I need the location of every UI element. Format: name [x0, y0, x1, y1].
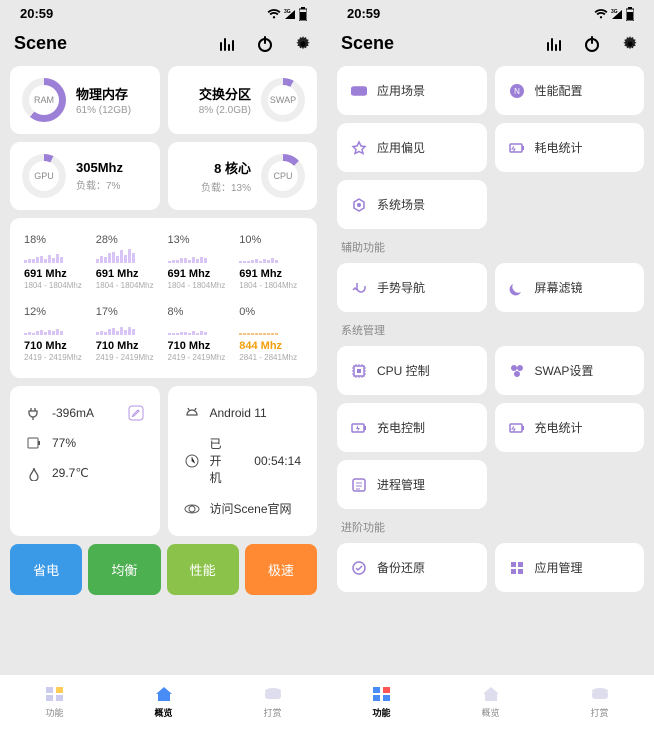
ram-card[interactable]: RAM 物理内存 61% (12GB) — [10, 66, 160, 134]
apps-icon — [509, 560, 525, 576]
feature-系统场景[interactable]: 系统场景 — [337, 180, 487, 229]
feature-SWAP设置[interactable]: SWAP设置 — [495, 346, 645, 395]
status-bar: 20:59 3G — [0, 0, 327, 25]
chart-icon[interactable] — [544, 34, 564, 54]
charge-icon — [351, 420, 367, 436]
battery-icon — [626, 7, 634, 21]
mode-balance[interactable]: 均衡 — [88, 544, 160, 595]
nav-overview[interactable]: 概览 — [153, 685, 175, 719]
feature-屏幕滤镜[interactable]: 屏幕滤镜 — [495, 263, 645, 312]
feature-应用管理[interactable]: 应用管理 — [495, 543, 645, 592]
header: Scene — [0, 25, 327, 66]
cpu-core-6: 8% 710 Mhz 2419 - 2419Mhz — [166, 302, 234, 366]
signal-icon: 3G — [611, 8, 623, 20]
feature-CPU 控制[interactable]: CPU 控制 — [337, 346, 487, 395]
status-icons: 3G — [594, 7, 634, 21]
feature-耗电统计[interactable]: 耗电统计 — [495, 123, 645, 172]
cpu-icon — [351, 363, 367, 379]
svg-text:N: N — [514, 87, 520, 96]
svg-text:3G: 3G — [284, 9, 291, 15]
status-icons: 3G — [267, 7, 307, 21]
power-icon — [509, 420, 525, 436]
status-time: 20:59 — [347, 6, 380, 21]
cpu-core-3: 10% 691 Mhz 1804 - 1804Mhz — [237, 230, 305, 294]
plug-icon — [26, 405, 42, 421]
perf-icon: N — [509, 83, 525, 99]
battery-icon — [299, 7, 307, 21]
screen-icon — [509, 280, 525, 296]
cpu-core-7: 0% 844 Mhz 2841 - 2841Mhz — [237, 302, 305, 366]
svg-text:3G: 3G — [611, 9, 618, 15]
gesture-icon — [351, 280, 367, 296]
system-card[interactable]: Android 11 已开机 00:54:14 访问Scene官网 — [168, 386, 318, 536]
cpu-core-5: 17% 710 Mhz 2419 - 2419Mhz — [94, 302, 162, 366]
feature-备份还原[interactable]: 备份还原 — [337, 543, 487, 592]
mode-powersave[interactable]: 省电 — [10, 544, 82, 595]
nav-features[interactable]: 功能 — [371, 685, 393, 719]
gpu-card[interactable]: GPU 305Mhz 负载：7% — [10, 142, 160, 210]
wifi-icon — [267, 8, 281, 20]
feature-性能配置[interactable]: N性能配置 — [495, 66, 645, 115]
power-icon — [509, 140, 525, 156]
backup-icon — [351, 560, 367, 576]
bottom-nav: 功能 概览 打赏 — [0, 675, 327, 733]
nav-features[interactable]: 功能 — [44, 685, 66, 719]
pref-icon — [351, 140, 367, 156]
mode-row: 省电 均衡 性能 极速 — [10, 544, 317, 595]
cpu-card[interactable]: 8 核心 负载：13% CPU — [168, 142, 318, 210]
signal-icon: 3G — [284, 8, 296, 20]
feature-手势导航[interactable]: 手势导航 — [337, 263, 487, 312]
chart-icon[interactable] — [217, 34, 237, 54]
section-aux: 辅助功能 — [341, 239, 644, 255]
cpu-core-4: 12% 710 Mhz 2419 - 2419Mhz — [22, 302, 90, 366]
screen-left: 20:59 3G Scene RAM 物理内存 61% (12GB) — [0, 0, 327, 733]
app-title: Scene — [341, 33, 394, 54]
battery-level-icon — [26, 435, 42, 451]
section-sysmgr: 系统管理 — [341, 322, 644, 338]
power-icon[interactable] — [255, 34, 275, 54]
clock-icon — [184, 453, 200, 469]
mode-performance[interactable]: 性能 — [167, 544, 239, 595]
scene-icon — [351, 197, 367, 213]
cores-card[interactable]: 18% 691 Mhz 1804 - 1804Mhz 28% 691 Mhz 1… — [10, 218, 317, 378]
screen-right: 20:59 3G Scene 应用场景N性能配置应用偏见耗电统计系统场景 辅助功… — [327, 0, 654, 733]
android-icon — [184, 405, 200, 421]
temp-icon — [26, 465, 42, 481]
nav-overview[interactable]: 概览 — [480, 685, 502, 719]
status-bar: 20:59 3G — [327, 0, 654, 25]
gear-icon[interactable] — [293, 34, 313, 54]
cpu-core-0: 18% 691 Mhz 1804 - 1804Mhz — [22, 230, 90, 294]
mode-extreme[interactable]: 极速 — [245, 544, 317, 595]
nav-bonus[interactable]: 打赏 — [589, 685, 611, 719]
battery-card[interactable]: -396mA 77% 29.7℃ — [10, 386, 160, 536]
app-title: Scene — [14, 33, 67, 54]
nav-bonus[interactable]: 打赏 — [262, 685, 284, 719]
cpu-core-2: 13% 691 Mhz 1804 - 1804Mhz — [166, 230, 234, 294]
feature-充电控制[interactable]: 充电控制 — [337, 403, 487, 452]
game-icon — [351, 83, 367, 99]
wifi-icon — [594, 8, 608, 20]
globe-icon — [184, 501, 200, 517]
power-icon[interactable] — [582, 34, 602, 54]
proc-icon — [351, 477, 367, 493]
edit-icon[interactable] — [128, 405, 144, 421]
cpu-core-1: 28% 691 Mhz 1804 - 1804Mhz — [94, 230, 162, 294]
feature-应用偏见[interactable]: 应用偏见 — [337, 123, 487, 172]
feature-应用场景[interactable]: 应用场景 — [337, 66, 487, 115]
bottom-nav: 功能 概览 打赏 — [327, 675, 654, 733]
swap-card[interactable]: 交换分区 8% (2.0GB) SWAP — [168, 66, 318, 134]
feature-进程管理[interactable]: 进程管理 — [337, 460, 487, 509]
feature-充电统计[interactable]: 充电统计 — [495, 403, 645, 452]
swap-icon — [509, 363, 525, 379]
header: Scene — [327, 25, 654, 66]
gear-icon[interactable] — [620, 34, 640, 54]
status-time: 20:59 — [20, 6, 53, 21]
section-adv: 进阶功能 — [341, 519, 644, 535]
